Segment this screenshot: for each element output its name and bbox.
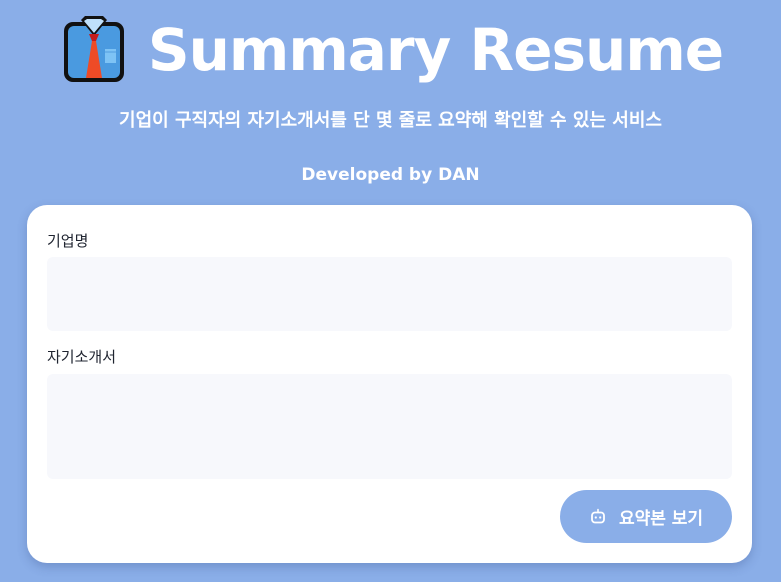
developer-credit: Developed by DAN: [301, 165, 480, 185]
robot-icon: [591, 508, 605, 523]
page-title: Summary Resume: [147, 16, 724, 84]
view-summary-button[interactable]: 요약본 보기: [560, 490, 732, 543]
resume-label: 자기소개서: [47, 348, 117, 366]
page: Summary Resume 기업이 구직자의 자기소개서를 단 몇 줄로 요약…: [0, 0, 781, 582]
page-subtitle: 기업이 구직자의 자기소개서를 단 몇 줄로 요약해 확인할 수 있는 서비스: [119, 110, 662, 131]
company-name-label: 기업명: [47, 232, 89, 250]
company-name-input[interactable]: [47, 257, 732, 331]
resume-form-card: 기업명 자기소개서 요약본 보기: [27, 205, 752, 563]
resume-textarea[interactable]: [47, 374, 732, 479]
shirt-tie-icon: [63, 16, 124, 82]
view-summary-label: 요약본 보기: [618, 509, 704, 529]
header: Summary Resume: [0, 10, 781, 90]
